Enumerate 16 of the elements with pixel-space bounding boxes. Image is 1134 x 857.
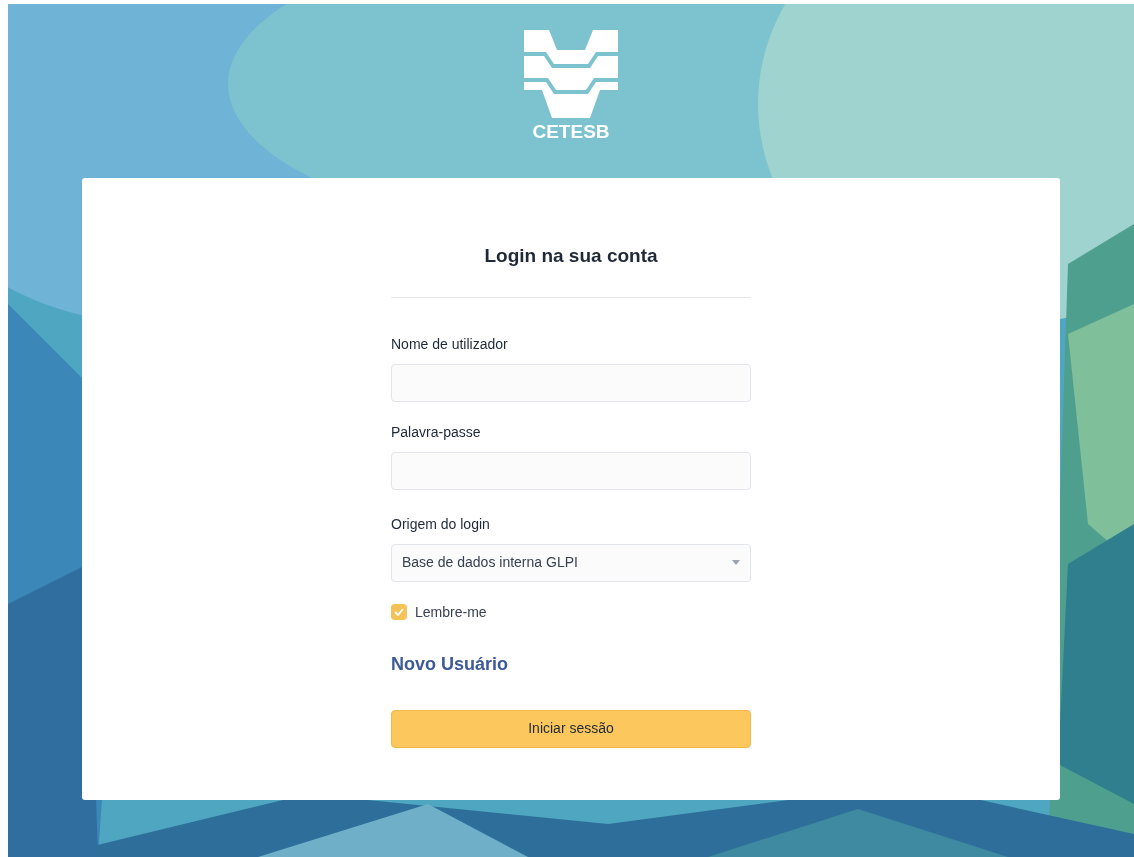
password-field[interactable] (391, 451, 751, 490)
check-icon (394, 608, 404, 616)
remember-label: Lembre-me (415, 602, 487, 622)
login-source-select[interactable]: Base de dados interna GLPI (391, 543, 751, 582)
new-user-link[interactable]: Novo Usuário (391, 650, 509, 678)
sign-in-button[interactable]: Iniciar sessão (391, 709, 751, 748)
field-label: Origem do login (391, 514, 491, 534)
select-value: Base de dados interna GLPI (402, 553, 578, 572)
username-field[interactable] (391, 363, 751, 402)
remember-checkbox[interactable] (391, 604, 407, 620)
logo-text: CETESB (532, 122, 610, 141)
field-label: Nome de utilizador (391, 334, 509, 354)
field-label: Palavra-passe (391, 422, 482, 442)
logo-icon (524, 30, 618, 118)
card-title: Login na sua conta (483, 244, 659, 268)
caret-icon (732, 560, 740, 565)
